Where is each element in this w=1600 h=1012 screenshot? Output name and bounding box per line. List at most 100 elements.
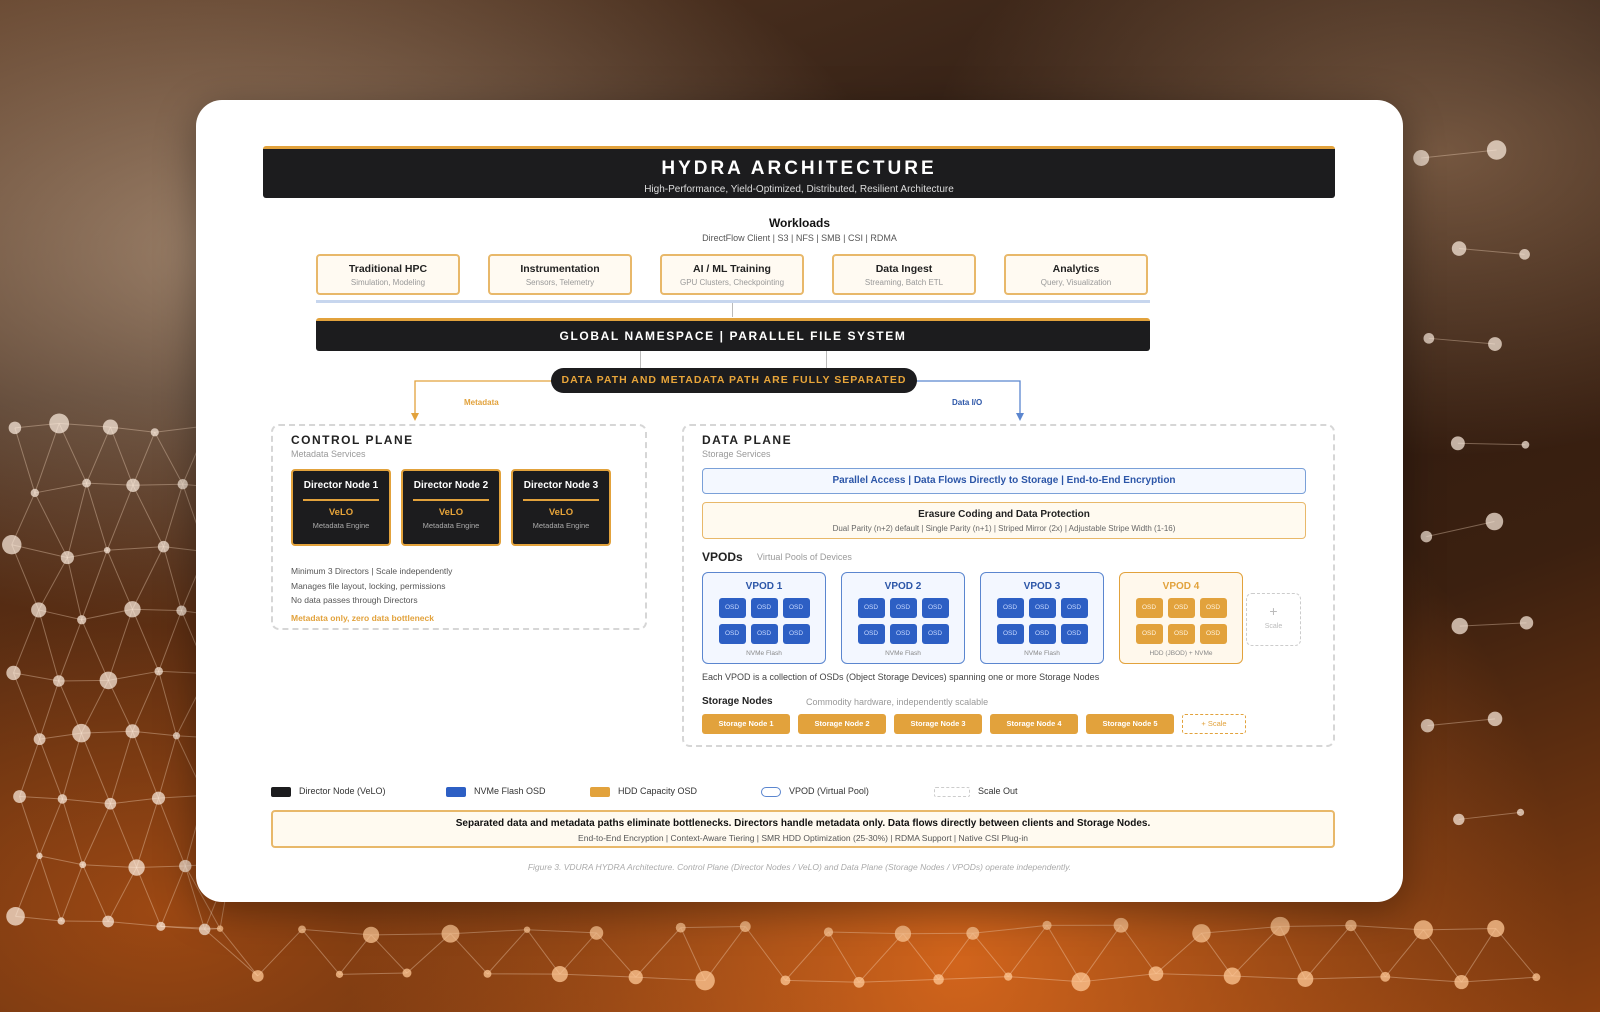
network-node [1071, 972, 1091, 992]
vpod-card: VPOD 1 OSD OSD OSD OSD OSD OSD NVMe Flas… [702, 572, 826, 664]
network-link [1426, 521, 1495, 538]
director-velo: VeLO [438, 507, 464, 518]
osd-chip: OSD [1028, 624, 1056, 644]
network-node [82, 478, 91, 488]
network-link [38, 855, 62, 922]
network-node [823, 927, 834, 937]
network-link [82, 864, 109, 922]
vpods-subtitle: Virtual Pools of Devices [757, 552, 852, 562]
network-link [136, 797, 159, 868]
network-node [1519, 616, 1534, 630]
network-link [1008, 976, 1081, 983]
network-node [1521, 440, 1530, 449]
network-link [13, 609, 40, 674]
network-link [38, 798, 63, 857]
control-plane-subtitle: Metadata Services [291, 449, 366, 459]
network-link [1427, 718, 1496, 727]
data-io-arrow-label: Data I/O [952, 398, 983, 407]
network-link [744, 926, 786, 981]
network-node [1487, 711, 1503, 727]
network-node [128, 859, 145, 876]
legend-swatch-scale [934, 786, 970, 797]
network-link [110, 797, 159, 805]
network-node [36, 852, 43, 860]
network-node [157, 540, 170, 553]
network-node [523, 926, 531, 933]
network-node [402, 968, 412, 978]
network-link [13, 672, 41, 740]
storage-nodes-subtitle: Commodity hardware, independently scalab… [806, 697, 989, 707]
legend-label: Director Node (VeLO) [299, 786, 386, 796]
network-link [19, 738, 41, 797]
network-node [150, 428, 159, 437]
network-link [1423, 928, 1496, 931]
network-node [966, 926, 980, 940]
network-node [589, 926, 604, 940]
control-plane-accent-note: Metadata only, zero data bottleneck [291, 613, 434, 623]
network-link [38, 557, 68, 611]
network-node [780, 975, 791, 986]
network-link [81, 619, 109, 681]
network-link [131, 609, 160, 672]
network-node [154, 667, 163, 676]
network-node [124, 601, 141, 618]
network-link [972, 932, 1009, 977]
network-link [1350, 925, 1424, 931]
osd-chip: OSD [1135, 598, 1163, 618]
network-link [1046, 925, 1082, 983]
network-link [109, 426, 134, 486]
network-node [104, 797, 117, 810]
network-link [1385, 976, 1462, 983]
osd-chip: OSD [857, 624, 885, 644]
network-link [1080, 973, 1157, 983]
network-node [79, 861, 87, 869]
vpod-name: VPOD 1 [745, 581, 783, 592]
network-node [298, 925, 306, 934]
data-plane-subtitle: Storage Services [702, 449, 771, 459]
network-link [371, 933, 451, 936]
network-node [1345, 919, 1357, 932]
network-node [1380, 971, 1391, 982]
osd-chip: OSD [1167, 624, 1195, 644]
metadata-arrow-label: Metadata [464, 398, 499, 407]
network-link [109, 731, 133, 804]
storage-node-scale: + Scale [1182, 714, 1246, 734]
network-link [80, 732, 111, 804]
network-link [487, 929, 528, 975]
vpod-scale-box: + Scale [1246, 593, 1301, 646]
network-node [1413, 920, 1433, 940]
network-link [158, 610, 182, 672]
network-node [1451, 617, 1468, 635]
director-divider [523, 499, 599, 501]
network-node [675, 922, 686, 933]
legend-label: HDD Capacity OSD [618, 786, 698, 796]
network-link [1280, 925, 1351, 927]
network-link [86, 482, 108, 551]
network-link [39, 738, 63, 800]
network-node [251, 970, 264, 982]
osd-chip: OSD [718, 624, 746, 644]
network-link [11, 544, 40, 611]
network-node [6, 665, 21, 681]
network-link [82, 803, 111, 865]
network-node [933, 974, 944, 985]
network-link [106, 485, 134, 551]
network-link [19, 796, 40, 857]
network-link [1231, 926, 1281, 977]
director-velo: VeLO [548, 507, 574, 518]
network-link [14, 427, 36, 494]
vpod-scale-label: Scale [1264, 623, 1283, 630]
network-link [559, 973, 636, 978]
network-node [60, 550, 74, 565]
osd-chip: OSD [782, 598, 810, 618]
metadata-arrowhead [411, 413, 419, 421]
legend-item: Director Node (VeLO) [271, 786, 386, 797]
network-link [1459, 622, 1527, 627]
diagram-card: HYDRA ARCHITECTURE High-Performance, Yie… [196, 100, 1403, 902]
vpod-card: VPOD 2 OSD OSD OSD OSD OSD OSD NVMe Flas… [841, 572, 965, 664]
network-link [219, 928, 259, 977]
network-link [62, 798, 111, 805]
network-node [126, 478, 140, 492]
data-plane-title: DATA PLANE [702, 433, 793, 447]
osd-chip: OSD [889, 624, 917, 644]
